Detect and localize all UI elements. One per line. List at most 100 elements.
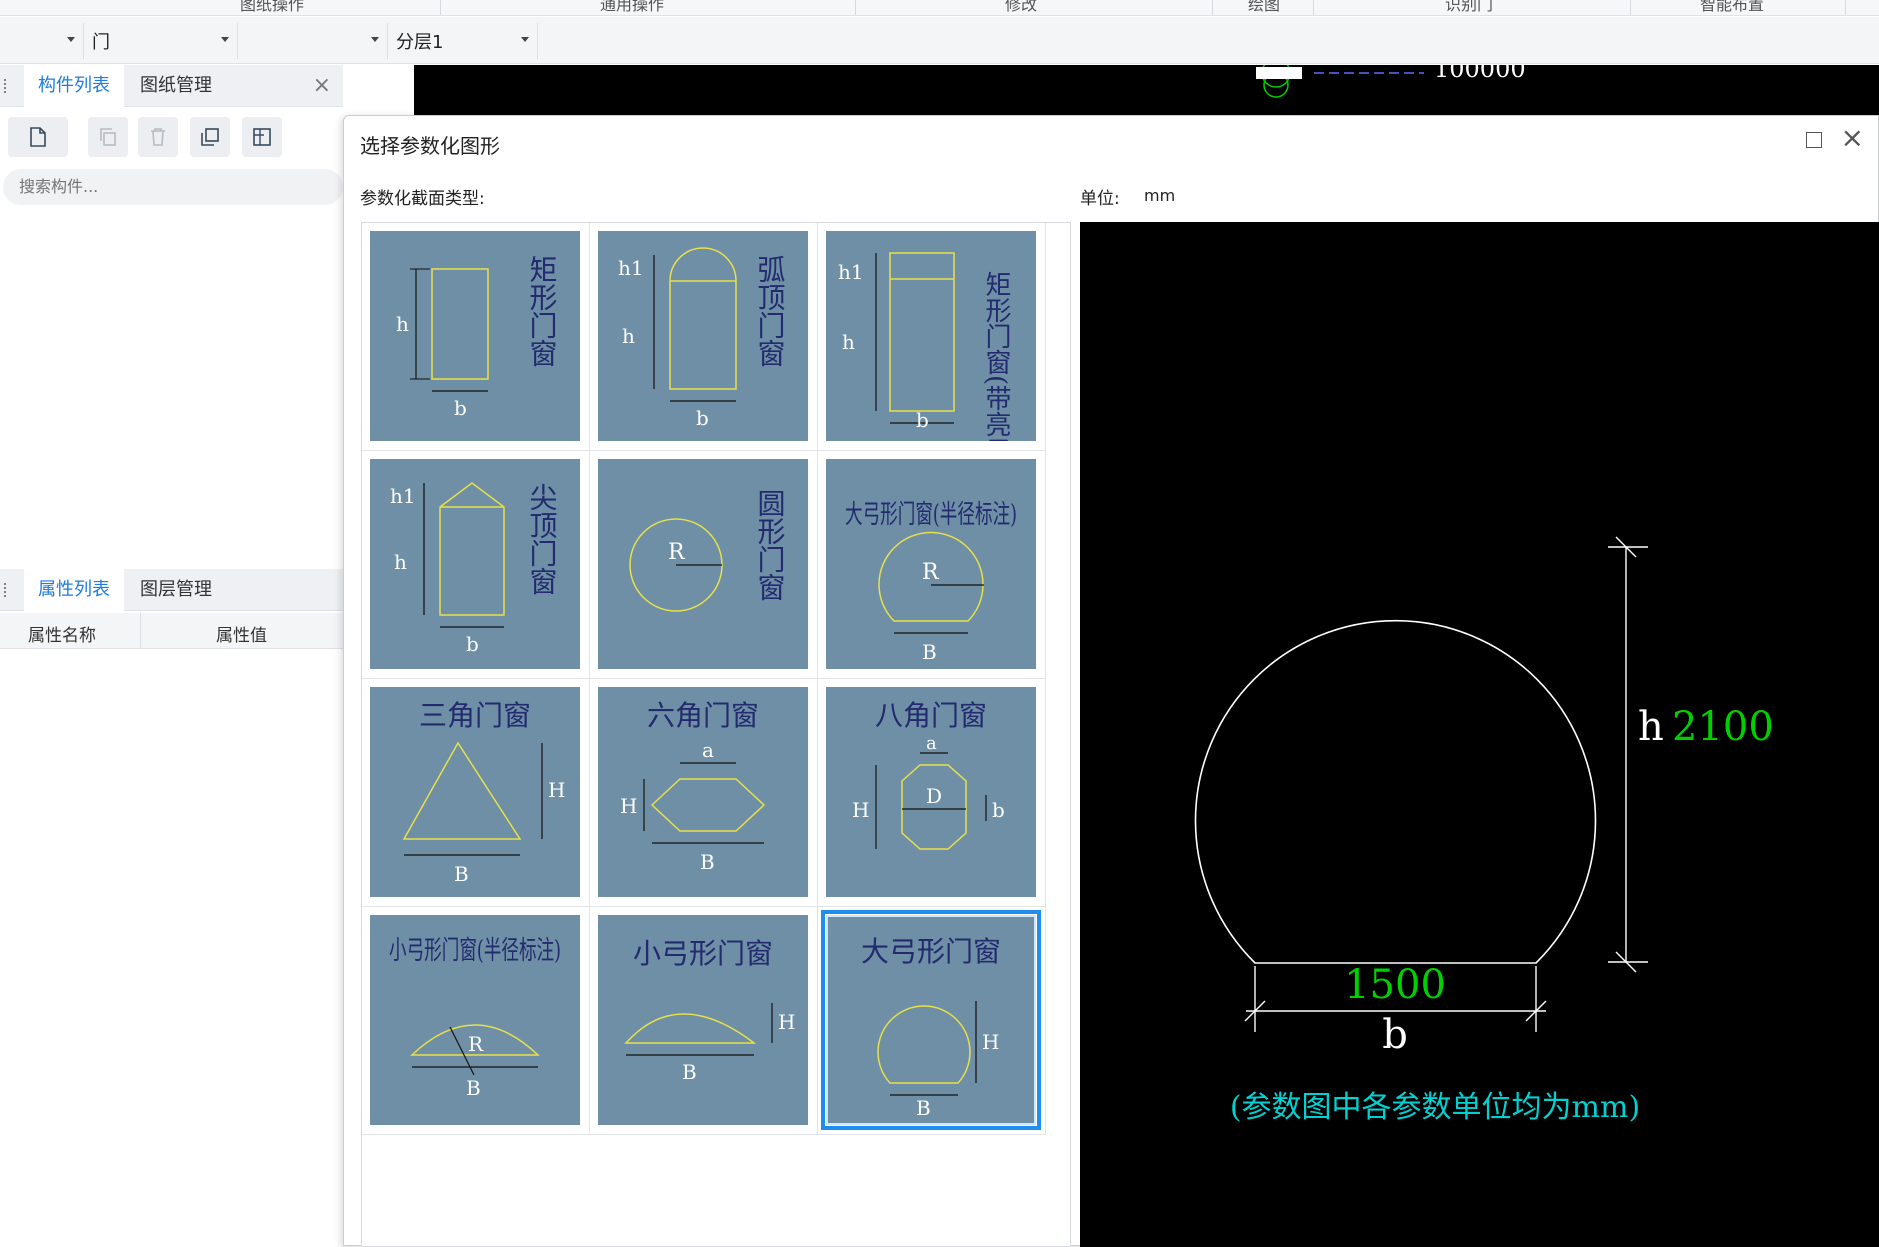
column-property-name: 属性名称 <box>28 626 96 646</box>
shape-cell: h1 h b 矩形门窗(带亮子) <box>818 223 1046 451</box>
rect-transom-door-icon: h1 h b 矩形门窗(带亮子) <box>838 252 1011 441</box>
dim-label: B <box>682 1060 697 1084</box>
shape-cell: H B 三角门窗 <box>362 679 590 907</box>
new-component-button[interactable] <box>8 117 68 157</box>
layer-copy-button[interactable] <box>190 117 230 157</box>
dim-label: b <box>454 396 467 420</box>
tab-component-list[interactable]: 构件列表 <box>24 65 124 107</box>
shape-name: 八角门窗 <box>875 699 987 732</box>
layer-combo[interactable]: 分层1 <box>388 23 538 59</box>
delete-component-button[interactable] <box>138 117 178 157</box>
column-property-value: 属性值 <box>216 626 267 646</box>
maximize-icon[interactable] <box>1806 132 1822 148</box>
dim-label: b <box>916 408 929 432</box>
drag-grip-icon[interactable] <box>3 582 7 598</box>
dim-label: H <box>852 798 869 822</box>
component-tab-bar: 构件列表 图纸管理 × <box>0 65 343 107</box>
ribbon-group-common-ops[interactable]: 通用操作 <box>600 0 664 15</box>
ribbon-separator <box>1845 0 1846 15</box>
dim-label: h1 <box>390 484 416 508</box>
preview-b-label: b <box>1382 1012 1408 1058</box>
shape-name: 小弓形门窗(半径标注) <box>389 936 561 966</box>
ribbon-group-draw[interactable]: 绘图 <box>1248 0 1280 15</box>
floor-combo[interactable] <box>0 23 84 59</box>
shape-tile-hexagon[interactable]: a H B 六角门窗 <box>598 687 808 897</box>
component-search-input[interactable] <box>3 169 343 205</box>
dim-label: B <box>700 850 715 874</box>
cad-axis-marker: 100000 <box>1256 65 1526 98</box>
new-file-icon <box>30 127 46 147</box>
component-type-value: 门 <box>92 32 110 53</box>
close-icon[interactable]: × <box>1841 124 1864 152</box>
shape-cell: a H B 六角门窗 <box>590 679 818 907</box>
layer-copy-icon <box>201 128 219 146</box>
ribbon-strip: 图纸操作 通用操作 修改 绘图 识别门 智能布置 <box>0 0 1879 16</box>
shape-name: 弧顶门窗 <box>754 255 787 367</box>
large-segment-preview-drawing: h 2100 1500 b (参数图中各参数单位均为mm) <box>1194 536 1774 1125</box>
shape-tile-small-segment-radius[interactable]: R B 小弓形门窗(半径标注) <box>370 915 580 1125</box>
save-to-library-icon <box>253 128 271 146</box>
dim-label: h <box>394 550 407 574</box>
dialog-title: 选择参数化图形 <box>360 134 500 158</box>
copy-component-button[interactable] <box>88 117 128 157</box>
filter-toolbar: 门 分层1 <box>0 17 1879 64</box>
unit-value: mm <box>1144 186 1176 205</box>
shape-tile-small-segment[interactable]: H B 小弓形门窗 <box>598 915 808 1125</box>
dim-label: h1 <box>838 260 864 284</box>
dim-label: h <box>622 324 635 348</box>
dim-label: B <box>916 1096 931 1120</box>
shape-grid: h b 矩形门窗 h1 h b 弧顶门窗 h1 h b 矩形门窗(带亮子) h1… <box>361 222 1071 1247</box>
drag-grip-icon[interactable] <box>3 78 7 94</box>
dim-label: R <box>468 1032 484 1056</box>
tab-layer-management[interactable]: 图层管理 <box>126 569 226 611</box>
dim-label: h1 <box>618 256 644 280</box>
ribbon-group-smart-layout[interactable]: 智能布置 <box>1700 0 1764 15</box>
dim-label: B <box>466 1076 481 1100</box>
preview-unit-note: (参数图中各参数单位均为mm) <box>1230 1090 1640 1125</box>
component-import-button[interactable] <box>242 117 282 157</box>
component-type-combo[interactable]: 门 <box>84 23 238 59</box>
chevron-down-icon <box>371 37 379 42</box>
rect-door-icon: h b 矩形门窗 <box>396 255 559 420</box>
ribbon-group-modify[interactable]: 修改 <box>1005 0 1037 15</box>
shape-tile-large-segment[interactable]: H B 大弓形门窗 <box>821 910 1041 1130</box>
arc-top-door-icon: h1 h b 弧顶门窗 <box>618 247 787 430</box>
shape-name: 圆形门窗 <box>754 489 787 601</box>
shape-tile-rect-transom[interactable]: h1 h b 矩形门窗(带亮子) <box>826 231 1036 441</box>
shape-tile-large-segment-radius[interactable]: R B 大弓形门窗(半径标注) <box>826 459 1036 669</box>
shape-cell: R 圆形门窗 <box>590 451 818 679</box>
shape-name: 小弓形门窗 <box>633 937 773 970</box>
shape-name: 矩形门窗 <box>526 255 559 367</box>
preview-b-value: 1500 <box>1344 962 1446 1008</box>
cad-canvas[interactable]: 100000 <box>414 65 1879 117</box>
dim-label: H <box>548 778 565 802</box>
shape-cell: h b 矩形门窗 <box>362 223 590 451</box>
dim-label: b <box>696 406 709 430</box>
property-table-header: 属性名称 属性值 <box>0 613 343 649</box>
shape-tile-arc-top[interactable]: h1 h b 弧顶门窗 <box>598 231 808 441</box>
dim-label: b <box>992 798 1005 822</box>
dim-label: a <box>926 733 937 754</box>
close-icon[interactable]: × <box>313 73 331 98</box>
dim-label: b <box>466 632 479 656</box>
section-type-label: 参数化截面类型: <box>360 189 485 209</box>
shape-tile-circle[interactable]: R 圆形门窗 <box>598 459 808 669</box>
dim-label: h <box>842 330 855 354</box>
preview-h-label: h <box>1638 704 1664 750</box>
shape-cell: h1 h b 尖顶门窗 <box>362 451 590 679</box>
ribbon-group-identify-door[interactable]: 识别门 <box>1445 0 1493 15</box>
shape-cell: h1 h b 弧顶门窗 <box>590 223 818 451</box>
ribbon-group-drawing-ops[interactable]: 图纸操作 <box>240 0 304 15</box>
tab-property-list[interactable]: 属性列表 <box>24 569 124 611</box>
dim-label: B <box>922 640 937 664</box>
shape-tile-triangle[interactable]: H B 三角门窗 <box>370 687 580 897</box>
shape-tile-pointed-top[interactable]: h1 h b 尖顶门窗 <box>370 459 580 669</box>
shape-cell: H B 大弓形门窗 <box>818 907 1046 1135</box>
shape-tile-octagon[interactable]: a H D b 八角门窗 <box>826 687 1036 897</box>
cad-dimension-text: 100000 <box>1434 65 1526 83</box>
shape-tile-rect[interactable]: h b 矩形门窗 <box>370 231 580 441</box>
ribbon-separator <box>1212 0 1213 15</box>
component-combo[interactable] <box>238 23 388 59</box>
tab-drawing-management[interactable]: 图纸管理 <box>126 65 226 107</box>
column-divider[interactable] <box>140 613 141 649</box>
